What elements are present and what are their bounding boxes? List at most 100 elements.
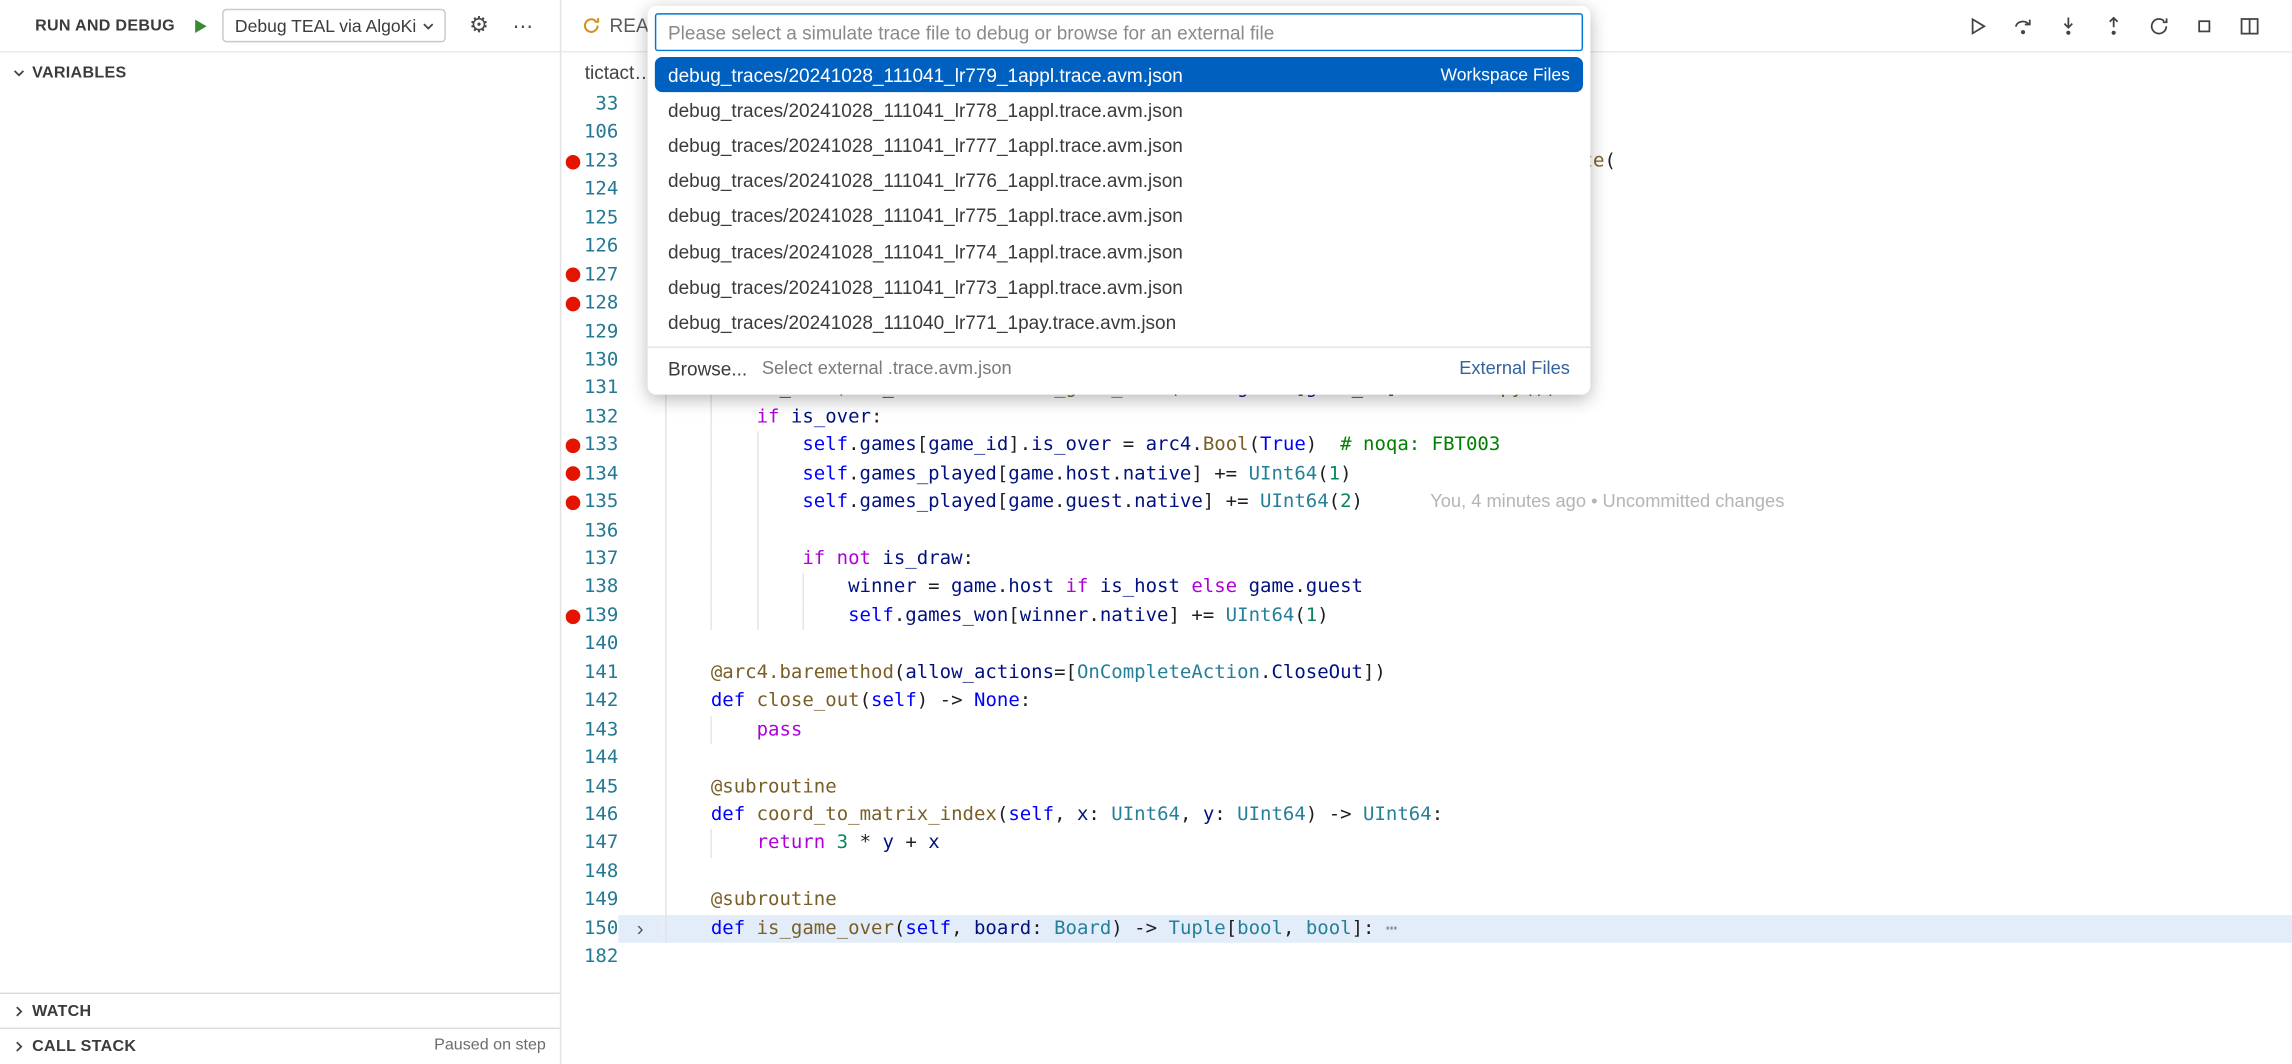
chevron-down-icon — [12, 65, 27, 80]
breakpoint-dot[interactable] — [560, 147, 583, 175]
code-line-text[interactable] — [662, 858, 2292, 886]
code-line-text[interactable]: pass — [662, 716, 2292, 744]
line-number: 139 — [583, 602, 618, 630]
breakpoint-slot[interactable] — [560, 91, 583, 119]
code-line-text[interactable] — [662, 943, 2292, 971]
breakpoint-slot[interactable] — [560, 403, 583, 431]
step-into-button[interactable] — [2055, 12, 2081, 38]
sidebar-editor-divider — [560, 0, 561, 1064]
breakpoint-dot[interactable] — [560, 432, 583, 460]
code-line-text[interactable]: if not is_draw: — [662, 545, 2292, 573]
indent-guide — [757, 602, 758, 630]
code-line: 182 — [560, 943, 2292, 971]
line-number: 150 — [583, 915, 618, 943]
code-line-text[interactable]: @arc4.baremethod(allow_actions=[OnComple… — [662, 659, 2292, 687]
code-line-text[interactable]: winner = game.host if is_host else game.… — [662, 574, 2292, 602]
start-debug-button[interactable] — [187, 12, 213, 38]
line-number: 135 — [583, 488, 618, 516]
breakpoint-slot[interactable] — [560, 119, 583, 147]
fold-chevron-icon[interactable]: › — [618, 915, 662, 943]
panel-title: RUN AND DEBUG — [35, 17, 175, 35]
browse-description: Select external .trace.avm.json — [762, 358, 1012, 378]
breakpoint-slot[interactable] — [560, 744, 583, 772]
quickpick-browse-item[interactable]: Browse... Select external .trace.avm.jso… — [655, 350, 1583, 387]
sidebar-section-watch[interactable]: WATCH — [0, 993, 560, 1028]
code-line-text[interactable]: @subroutine — [662, 886, 2292, 914]
breakpoint-slot[interactable] — [560, 886, 583, 914]
code-line-text[interactable]: def coord_to_matrix_index(self, x: UInt6… — [662, 801, 2292, 829]
quickpick-item[interactable]: debug_traces/20241028_111041_lr773_1appl… — [655, 269, 1583, 304]
breakpoint-slot[interactable] — [560, 517, 583, 545]
breakpoint-dot[interactable] — [560, 261, 583, 289]
breakpoint-slot[interactable] — [560, 318, 583, 346]
breakpoint-slot[interactable] — [560, 545, 583, 573]
line-number: 134 — [583, 460, 618, 488]
stop-button[interactable] — [2191, 12, 2217, 38]
quickpick-item[interactable]: debug_traces/20241028_111040_lr771_1pay.… — [655, 304, 1583, 339]
code-line: 144 — [560, 744, 2292, 772]
code-line-text[interactable] — [662, 630, 2292, 658]
code-line-text[interactable]: self.games_played[game.host.native] += U… — [662, 460, 2292, 488]
breakpoint-slot[interactable] — [560, 943, 583, 971]
call-stack-section-label: CALL STACK — [32, 1038, 136, 1056]
settings-button[interactable]: ⚙ — [466, 12, 492, 38]
code-line-text[interactable]: if is_over: — [662, 403, 2292, 431]
breakpoint-dot[interactable] — [560, 602, 583, 630]
quickpick-item[interactable]: debug_traces/20241028_111041_lr774_1appl… — [655, 234, 1583, 269]
variables-section-label: VARIABLES — [32, 64, 126, 82]
breakpoint-slot[interactable] — [560, 687, 583, 715]
tab-tictactoe[interactable]: tictact… — [585, 61, 654, 83]
breakpoint-slot[interactable] — [560, 233, 583, 261]
breakpoint-slot[interactable] — [560, 375, 583, 403]
code-line-text[interactable]: self.games_won[winner.native] += UInt64(… — [662, 602, 2292, 630]
breakpoint-slot[interactable] — [560, 346, 583, 374]
indent-guide — [665, 432, 666, 460]
debug-continue-button[interactable] — [1965, 12, 1991, 38]
breakpoint-slot[interactable] — [560, 801, 583, 829]
code-line-text[interactable]: self.games[game_id].is_over = arc4.Bool(… — [662, 432, 2292, 460]
fold-slot — [618, 630, 662, 658]
sidebar-section-variables[interactable]: VARIABLES — [0, 56, 560, 90]
line-number: 140 — [583, 630, 618, 658]
quickpick-item[interactable]: debug_traces/20241028_111041_lr779_1appl… — [655, 57, 1583, 92]
quickpick-item[interactable]: debug_traces/20241028_111041_lr775_1appl… — [655, 198, 1583, 233]
code-line-text[interactable] — [662, 517, 2292, 545]
debug-config-select[interactable]: Debug TEAL via AlgoKi — [222, 9, 446, 43]
breakpoint-slot[interactable] — [560, 829, 583, 857]
sidebar-section-call-stack[interactable]: CALL STACK Paused on step — [0, 1028, 560, 1064]
breakpoint-slot[interactable] — [560, 574, 583, 602]
quickpick-item[interactable]: debug_traces/20241028_111041_lr777_1appl… — [655, 128, 1583, 163]
indent-guide — [665, 460, 666, 488]
quickpick-item[interactable]: debug_traces/20241028_111041_lr776_1appl… — [655, 163, 1583, 198]
breakpoint-slot[interactable] — [560, 858, 583, 886]
breakpoint-dot[interactable] — [560, 488, 583, 516]
more-actions-button[interactable]: ⋯ — [510, 12, 536, 38]
restart-button[interactable] — [2146, 12, 2172, 38]
code-line-text[interactable]: self.games_played[game.guest.native] += … — [662, 488, 2292, 516]
quickpick-input[interactable] — [655, 13, 1583, 51]
breakpoint-slot[interactable] — [560, 630, 583, 658]
indent-guide — [711, 602, 712, 630]
breakpoint-slot[interactable] — [560, 773, 583, 801]
step-over-button[interactable] — [2010, 12, 2036, 38]
step-out-button[interactable] — [2101, 12, 2127, 38]
breakpoint-dot[interactable] — [560, 460, 583, 488]
breakpoint-slot[interactable] — [560, 176, 583, 204]
code-line-text[interactable]: def is_game_over(self, board: Board) -> … — [662, 915, 2292, 943]
code-line: 138winner = game.host if is_host else ga… — [560, 574, 2292, 602]
code-line: 136 — [560, 517, 2292, 545]
indent-guide — [665, 829, 666, 857]
split-editor-button[interactable] — [2236, 12, 2262, 38]
fold-slot — [618, 659, 662, 687]
code-line-text[interactable] — [662, 744, 2292, 772]
line-number: 141 — [583, 659, 618, 687]
code-line-text[interactable]: def close_out(self) -> None: — [662, 687, 2292, 715]
code-line-text[interactable]: return 3 * y + x — [662, 829, 2292, 857]
breakpoint-dot[interactable] — [560, 290, 583, 318]
breakpoint-slot[interactable] — [560, 915, 583, 943]
code-line-text[interactable]: @subroutine — [662, 773, 2292, 801]
quickpick-item[interactable]: debug_traces/20241028_111041_lr778_1appl… — [655, 92, 1583, 127]
breakpoint-slot[interactable] — [560, 716, 583, 744]
breakpoint-slot[interactable] — [560, 204, 583, 232]
breakpoint-slot[interactable] — [560, 659, 583, 687]
